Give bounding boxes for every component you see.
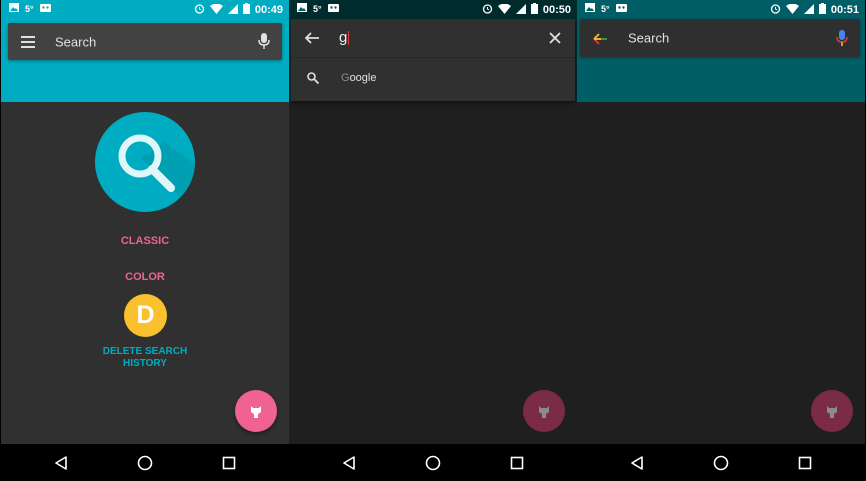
navigation-bar: [577, 444, 865, 481]
clock: 00:51: [830, 4, 859, 16]
signal-icon: [515, 3, 526, 17]
android-notification-icon: [327, 3, 339, 15]
signal-icon: [227, 3, 238, 17]
status-bar: 5° 00:50: [289, 0, 577, 18]
search-icon: [307, 71, 320, 89]
search-logo: [95, 112, 195, 212]
github-fab[interactable]: [523, 390, 565, 432]
suggestion-typed: G: [341, 72, 350, 84]
search-card: g Google: [291, 19, 575, 101]
github-fab[interactable]: [235, 390, 277, 432]
gallery-notification-icon: [9, 3, 19, 15]
battery-icon: [530, 3, 538, 17]
nav-recents-icon[interactable]: [795, 453, 815, 473]
search-icon: [118, 134, 195, 212]
search-bar[interactable]: Search: [580, 19, 860, 57]
screen-classic: 5° 00:49 Search CLASSIC COLOR D DELETE S…: [1, 0, 289, 481]
alarm-icon: [482, 3, 493, 17]
alarm-icon: [770, 3, 781, 17]
status-bar: 5° 00:51: [577, 0, 865, 18]
classic-option[interactable]: CLASSIC: [1, 235, 289, 247]
color-back-arrow-icon[interactable]: [593, 32, 607, 50]
menu-icon[interactable]: [21, 35, 35, 53]
nav-back-icon[interactable]: [51, 453, 71, 473]
back-arrow-icon[interactable]: [304, 31, 319, 49]
search-input[interactable]: g: [339, 29, 350, 46]
nav-home-icon[interactable]: [423, 453, 443, 473]
search-placeholder[interactable]: Search: [55, 34, 96, 49]
nav-home-icon[interactable]: [711, 453, 731, 473]
nav-back-icon[interactable]: [627, 453, 647, 473]
query-text: g: [339, 29, 348, 46]
wifi-icon: [785, 3, 799, 17]
nav-home-icon[interactable]: [135, 453, 155, 473]
wifi-icon: [209, 3, 223, 17]
temperature: 5°: [601, 4, 610, 14]
github-icon: [539, 406, 549, 418]
android-notification-icon: [39, 3, 51, 15]
gallery-notification-icon: [297, 3, 307, 15]
temperature: 5°: [313, 4, 322, 14]
nav-recents-icon[interactable]: [219, 453, 239, 473]
suggestion-item[interactable]: Google: [341, 72, 376, 84]
github-icon: [251, 406, 261, 418]
color-option[interactable]: COLOR: [1, 271, 289, 283]
signal-icon: [803, 3, 814, 17]
alarm-icon: [194, 3, 205, 17]
text-caret: [348, 31, 350, 46]
battery-icon: [242, 3, 250, 17]
status-bar: 5° 00:49: [1, 0, 289, 18]
github-fab[interactable]: [811, 390, 853, 432]
screen-search-open: 5° 00:50 g Google: [289, 0, 577, 481]
android-notification-icon: [615, 3, 627, 15]
search-bar[interactable]: Search: [8, 23, 282, 60]
delete-history-option[interactable]: DELETE SEARCH HISTORY: [95, 346, 195, 370]
close-icon[interactable]: [549, 31, 561, 49]
nav-back-icon[interactable]: [339, 453, 359, 473]
nav-recents-icon[interactable]: [507, 453, 527, 473]
wifi-icon: [497, 3, 511, 17]
search-placeholder[interactable]: Search: [628, 31, 669, 46]
delete-label-line1: DELETE SEARCH: [102, 346, 188, 357]
navigation-bar: [1, 444, 289, 481]
gallery-notification-icon: [585, 3, 595, 15]
github-icon: [827, 406, 837, 418]
screen-color: 5° 00:51 Search: [577, 0, 865, 481]
clock: 00:49: [254, 4, 283, 16]
temperature: 5°: [25, 4, 34, 14]
mic-icon[interactable]: [258, 33, 270, 55]
battery-icon: [818, 3, 826, 17]
mic-icon[interactable]: [836, 30, 848, 52]
delete-history-avatar[interactable]: D: [124, 294, 167, 337]
clock: 00:50: [542, 4, 571, 16]
divider: [291, 57, 575, 58]
suggestion-rest: oogle: [349, 72, 377, 84]
navigation-bar: [289, 444, 577, 481]
delete-label-line2: HISTORY: [123, 358, 167, 369]
